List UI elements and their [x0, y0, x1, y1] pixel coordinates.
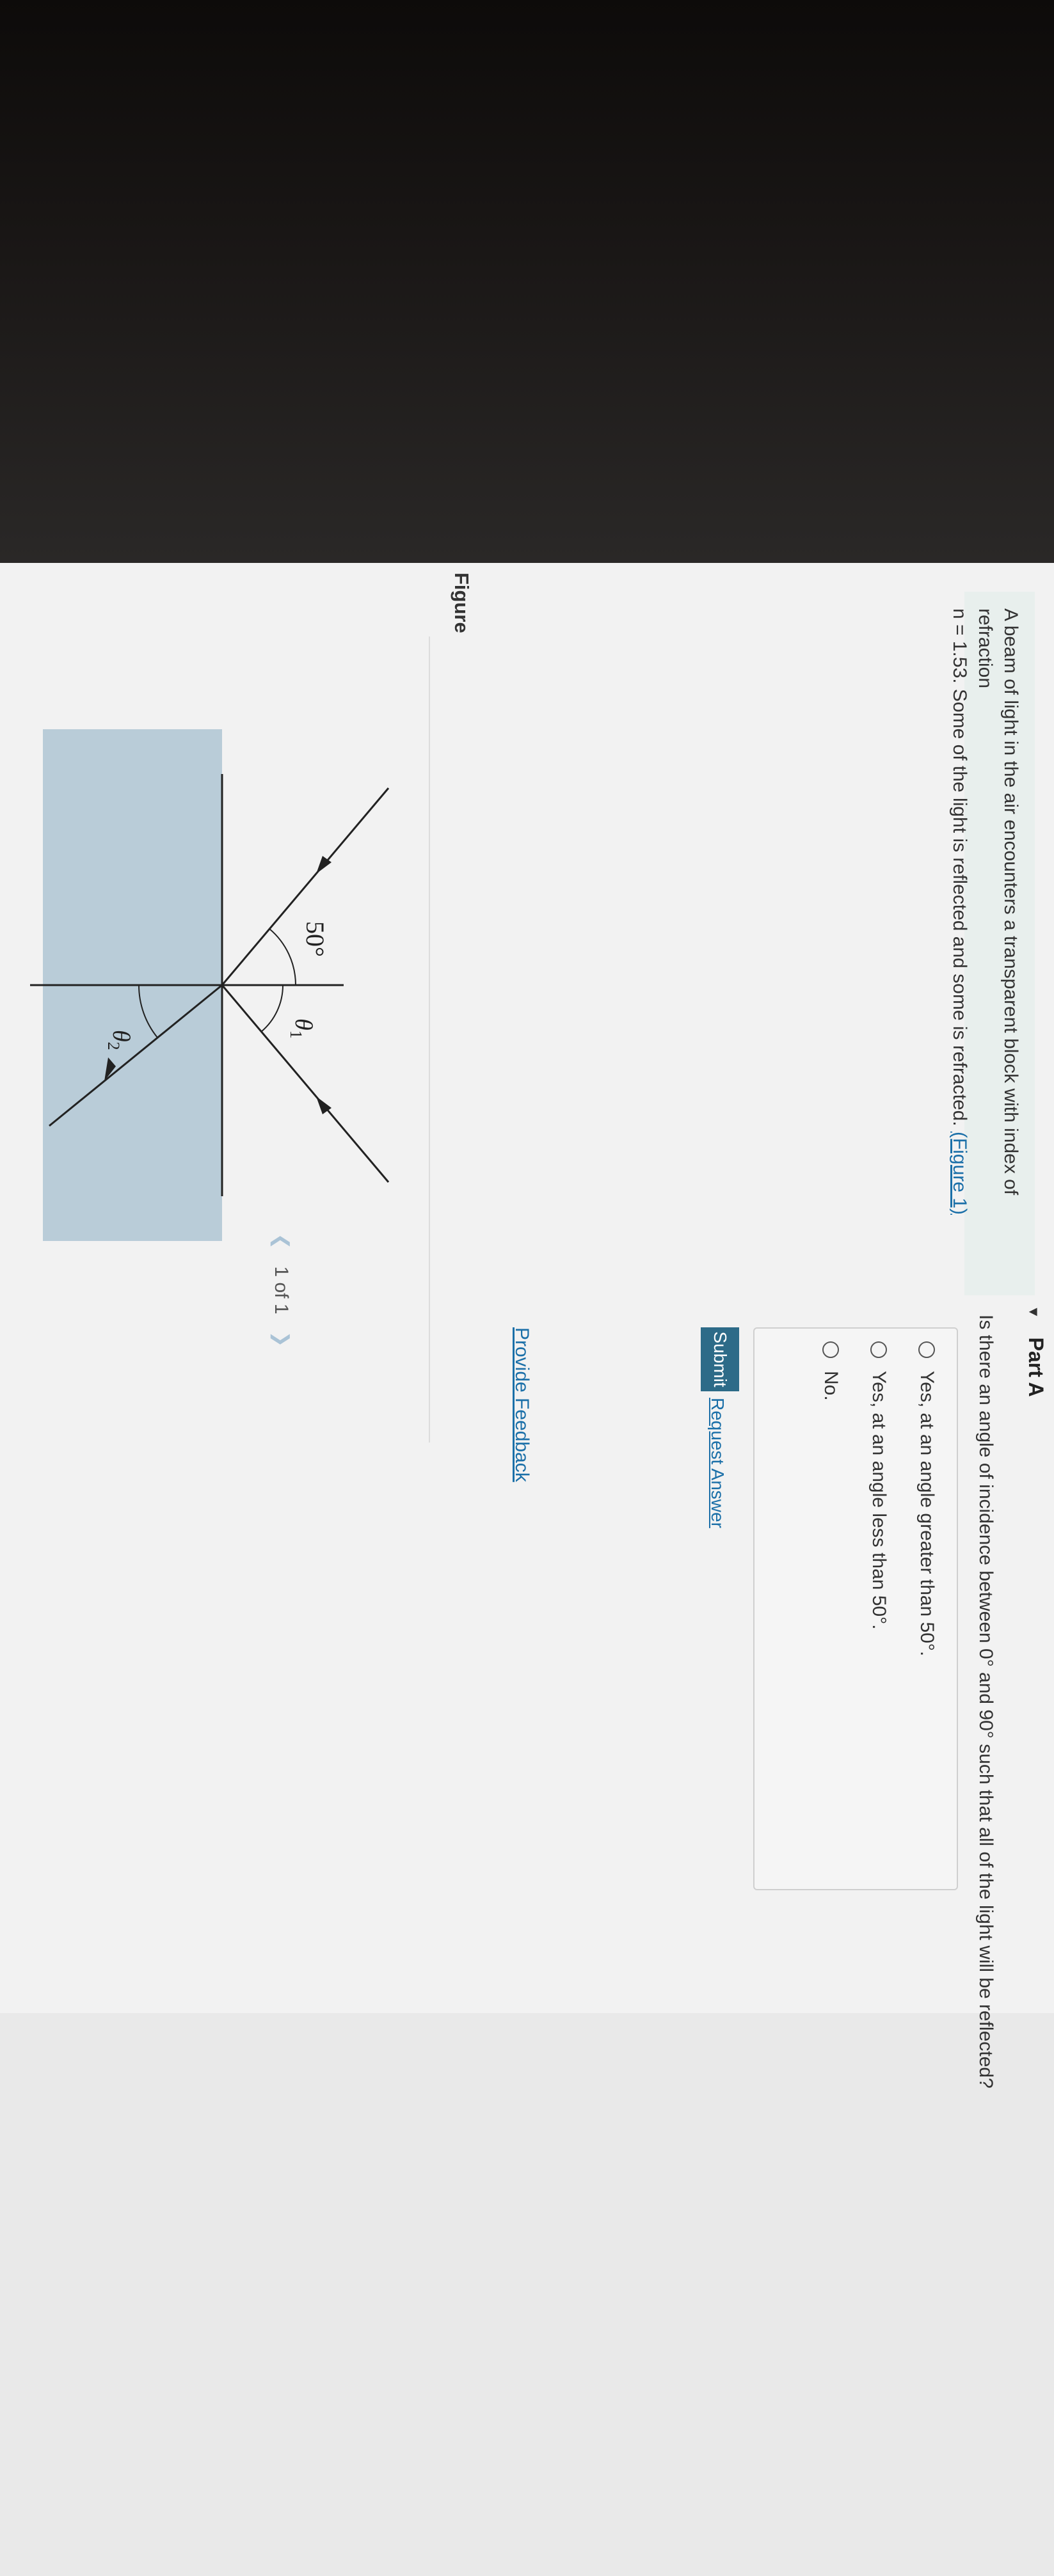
part-a-question: Is there an angle of incidence between 0…	[975, 1315, 996, 2089]
part-a-header[interactable]: ▼ Part A	[1024, 1305, 1048, 1397]
request-answer-link[interactable]: Request Answer	[707, 1398, 728, 1528]
chevron-right-icon[interactable]: ❯	[271, 1331, 292, 1347]
radio-button[interactable]	[822, 1341, 839, 1358]
figure-heading: Figure	[451, 573, 473, 633]
figure-page-indicator: 1 of 1	[271, 1266, 292, 1315]
incident-angle-label: 50°	[301, 921, 330, 957]
rotated-screen: A beam of light in the air encounters a …	[0, 0, 1054, 2089]
provide-feedback-link[interactable]: Provide Feedback	[511, 1327, 532, 1482]
radio-button[interactable]	[870, 1341, 887, 1358]
figure-pager: ❮ 1 of 1 ❯	[270, 1222, 292, 1359]
option-no[interactable]: No.	[820, 1341, 842, 1401]
problem-text-line-2: n = 1.53. Some of the light is reflected…	[946, 608, 972, 1279]
figure-link[interactable]: (Figure 1)	[949, 1132, 970, 1215]
figure-divider	[429, 636, 430, 1442]
reflection-angle-arc	[260, 984, 284, 1032]
problem-text-line-2-body: n = 1.53. Some of the light is reflected…	[949, 608, 970, 1126]
option-label: No.	[820, 1371, 842, 1401]
answer-options: Yes, at an angle greater than 50°. Yes, …	[753, 1327, 958, 1890]
incident-angle-arc	[269, 928, 296, 986]
option-yes-less[interactable]: Yes, at an angle less than 50°.	[868, 1341, 890, 1630]
refraction-diagram: 50° θ1 θ2	[30, 729, 390, 1241]
option-label: Yes, at an angle less than 50°.	[868, 1371, 890, 1630]
radio-button[interactable]	[918, 1341, 935, 1358]
chevron-left-icon[interactable]: ❮	[271, 1233, 292, 1249]
option-yes-greater[interactable]: Yes, at an angle greater than 50°.	[916, 1341, 938, 1656]
reflection-angle-label: θ1	[287, 1018, 317, 1039]
part-a-title: Part A	[1025, 1337, 1048, 1397]
reflected-ray	[221, 984, 390, 1183]
problem-statement: A beam of light in the air encounters a …	[949, 592, 1035, 1295]
submit-button[interactable]: Submit	[701, 1327, 739, 1391]
collapse-triangle-icon[interactable]: ▼	[1026, 1305, 1042, 1319]
problem-page: A beam of light in the air encounters a …	[0, 563, 1054, 2089]
option-label: Yes, at an angle greater than 50°.	[916, 1371, 938, 1657]
problem-text-line-1: A beam of light in the air encounters a …	[975, 608, 1021, 1196]
